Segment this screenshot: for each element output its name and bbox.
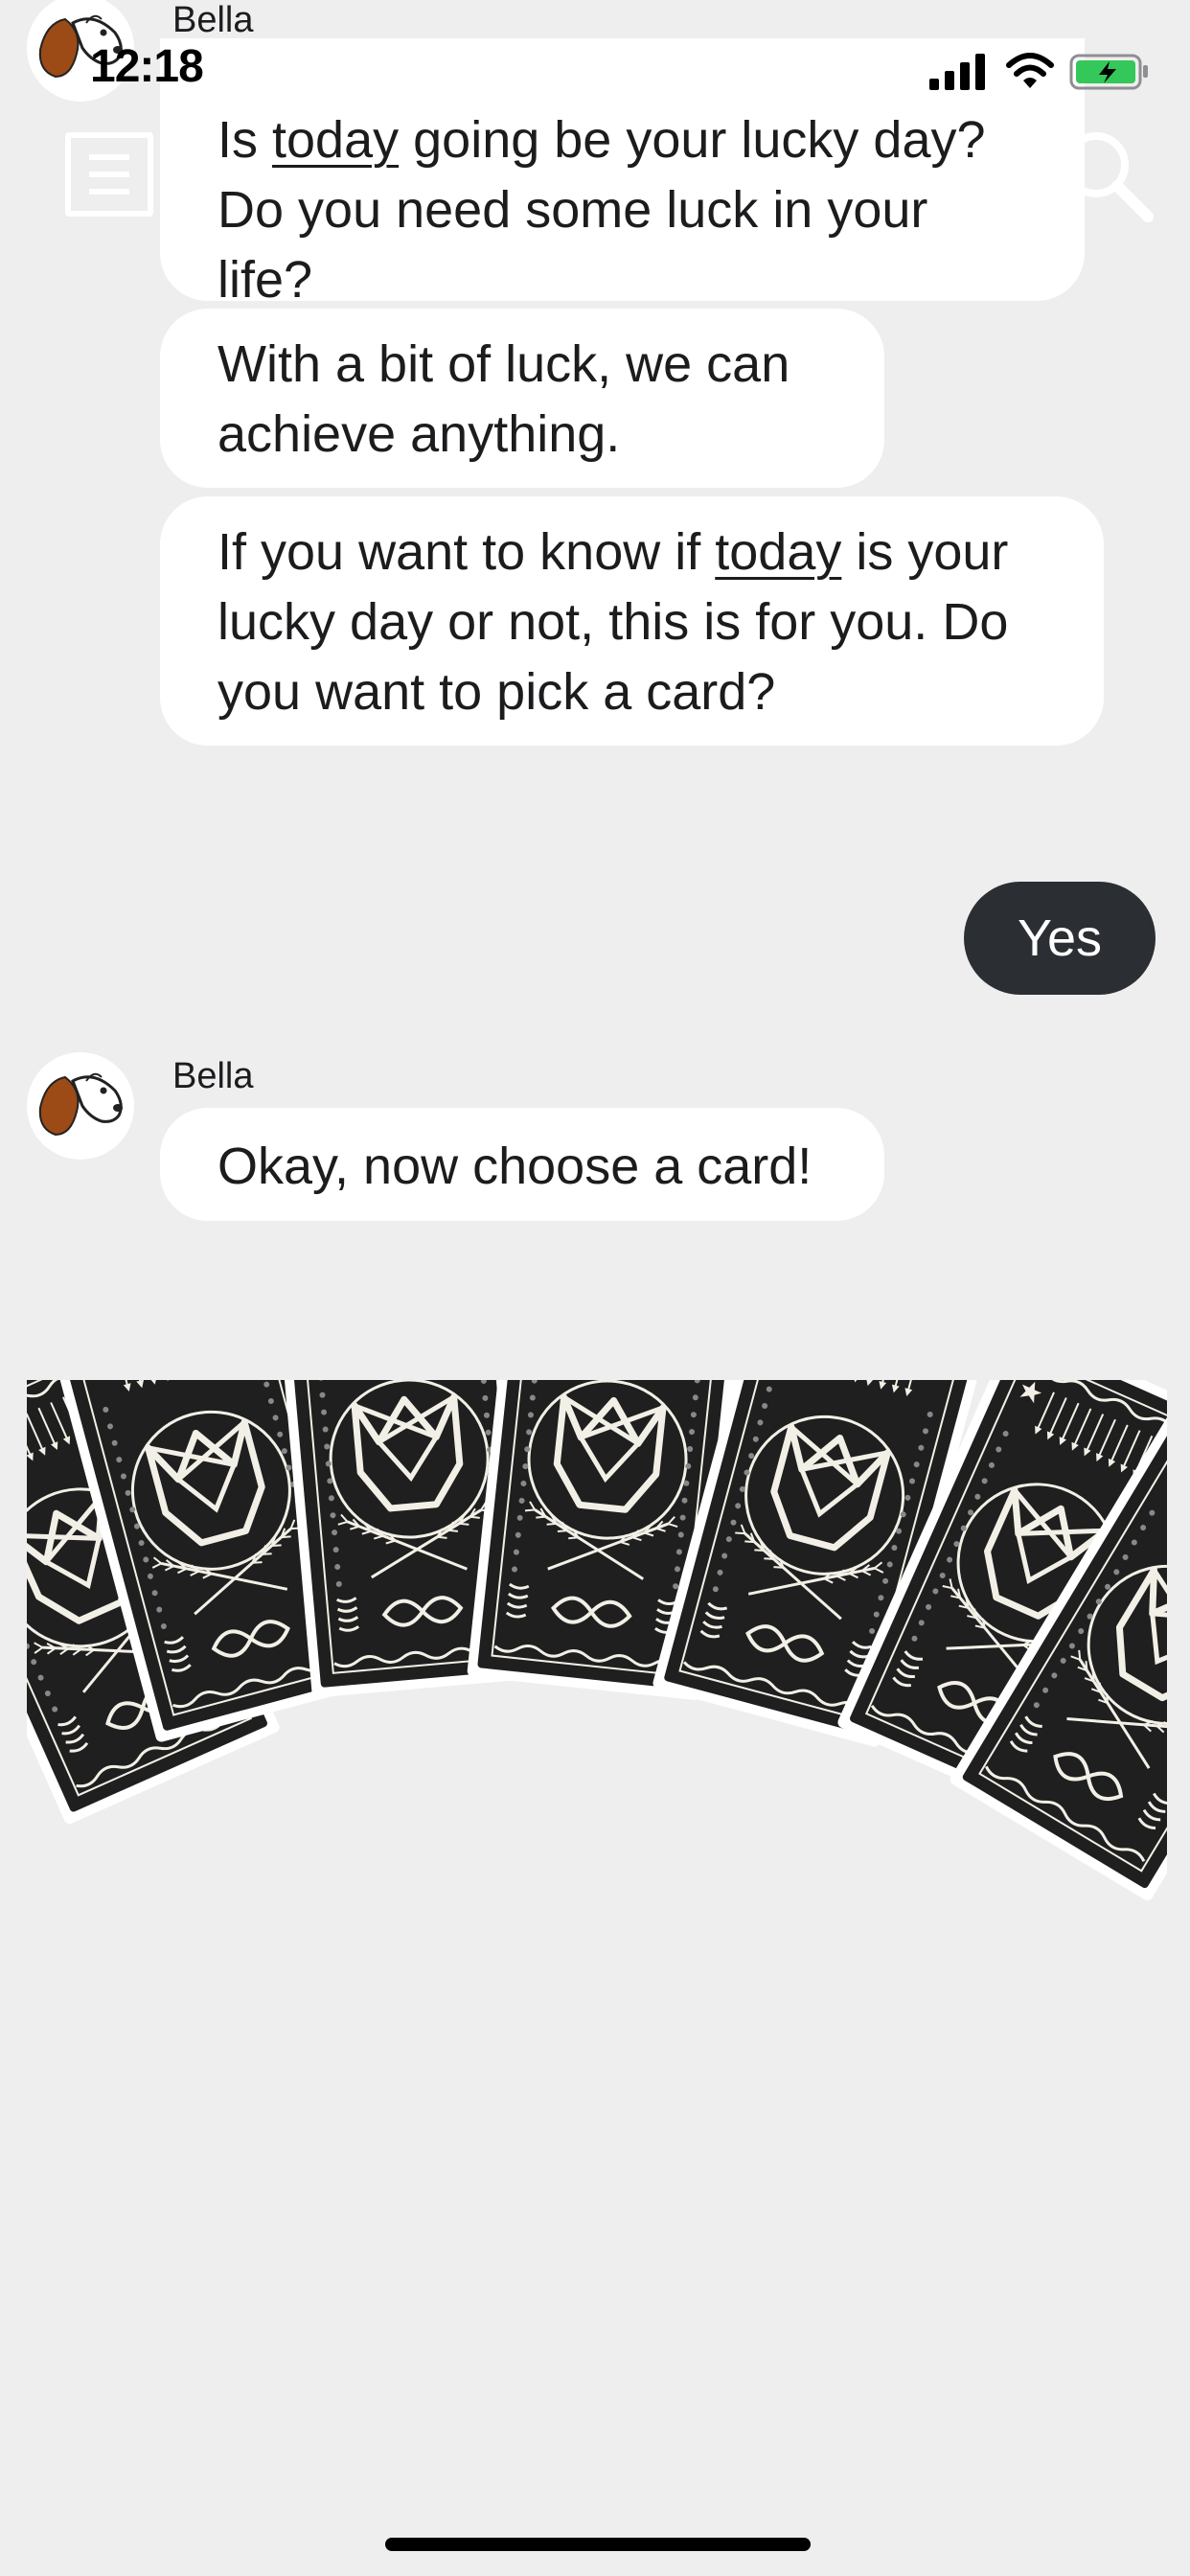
- message-text: If you want to know if: [217, 523, 716, 581]
- home-indicator[interactable]: [385, 2538, 811, 2551]
- user-message-bubble: Yes: [964, 882, 1156, 995]
- menu-button[interactable]: [65, 132, 153, 217]
- menu-icon-line: [89, 172, 129, 177]
- message-text: Yes: [1017, 909, 1103, 967]
- status-icons: [927, 50, 1157, 92]
- card-fan[interactable]: HHHHHHH: [27, 1380, 1167, 1936]
- message-text: Okay, now choose a card!: [217, 1138, 812, 1195]
- cards-graphic: HHHHHHH: [27, 1380, 1167, 1901]
- battery-icon: [1069, 54, 1148, 90]
- sender-name: Bella: [172, 0, 254, 40]
- wifi-icon: [1006, 53, 1054, 88]
- status-time: 12:18: [90, 41, 204, 92]
- signal-icon: [929, 54, 985, 90]
- bot-message-bubble: Okay, now choose a card!: [160, 1108, 884, 1221]
- menu-icon-line: [89, 189, 129, 195]
- message-text: Is: [217, 111, 273, 169]
- today-link[interactable]: today: [715, 523, 841, 581]
- today-link[interactable]: today: [272, 111, 399, 169]
- bot-message-bubble: If you want to know if today is your luc…: [160, 496, 1104, 746]
- sender-name: Bella: [172, 1056, 254, 1096]
- message-text: With a bit of luck, we can achieve anyth…: [217, 335, 790, 463]
- bella-avatar: [27, 1052, 134, 1160]
- menu-icon: [89, 154, 129, 160]
- bot-message-bubble: With a bit of luck, we can achieve anyth…: [160, 309, 884, 488]
